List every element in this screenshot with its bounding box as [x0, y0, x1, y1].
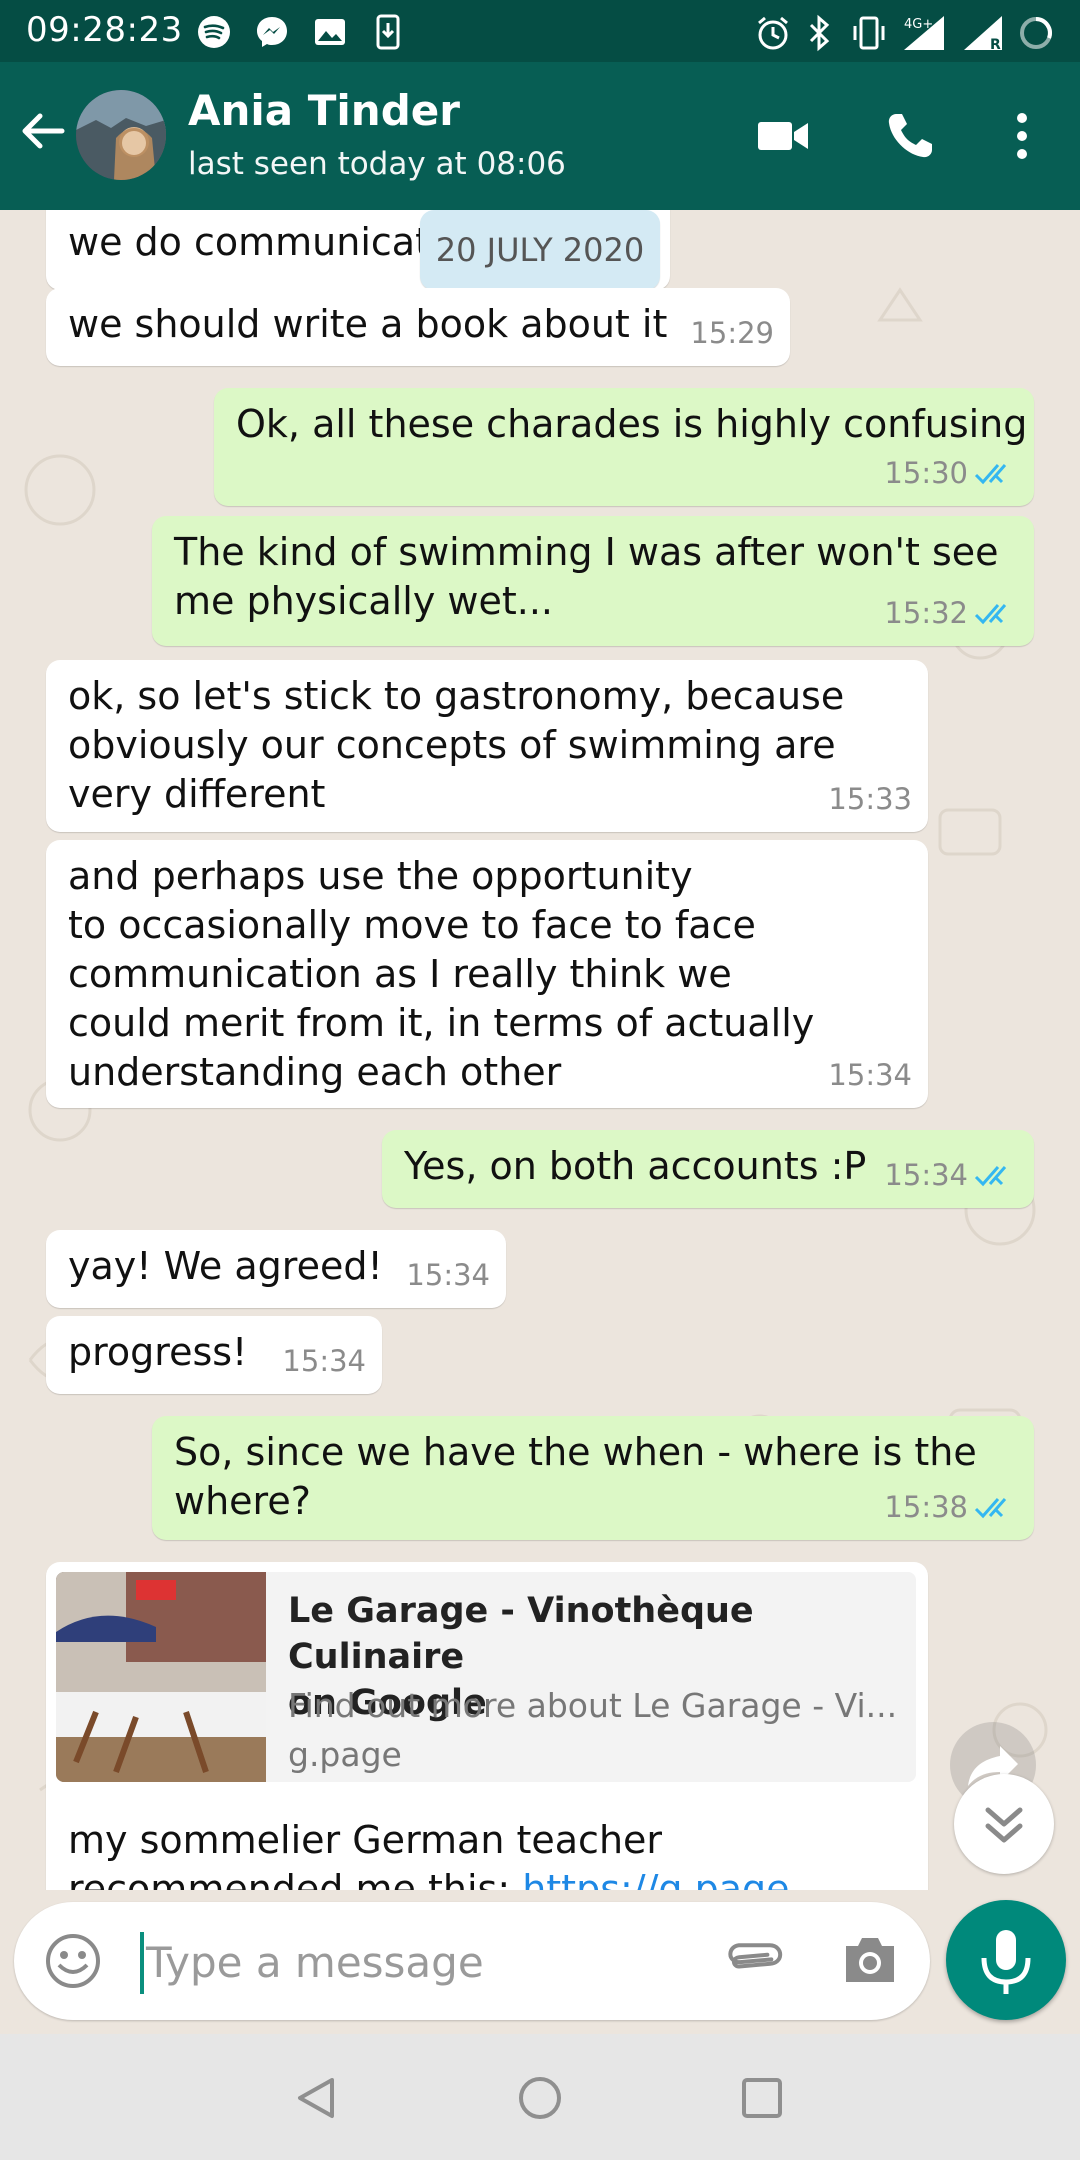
- chat-header: Ania Tinder last seen today at 08:06: [0, 62, 1080, 210]
- message-incoming[interactable]: progress! 15:34: [46, 1316, 382, 1394]
- link-preview-description: Find out more about Le Garage - Vi...: [288, 1686, 898, 1725]
- alarm-icon: [758, 16, 788, 50]
- attachment-icon[interactable]: [722, 1930, 784, 1992]
- message-meta: 15:32: [884, 589, 1018, 638]
- read-receipt-icon: [974, 1165, 1007, 1186]
- message-text: my sommelier German teacher recommended …: [68, 1816, 790, 1890]
- contact-name[interactable]: Ania Tinder: [188, 86, 460, 135]
- message-incoming[interactable]: yay! We agreed! 15:34: [46, 1230, 506, 1308]
- vibrate-icon: [853, 16, 885, 50]
- message-time: 15:34: [828, 1058, 912, 1092]
- message-text: So, since we have the when - where is th…: [174, 1430, 977, 1523]
- last-seen-status: last seen today at 08:06: [188, 146, 566, 182]
- status-bar: 09:28:23 4G+ R: [0, 0, 1080, 62]
- nav-home-icon[interactable]: [516, 2074, 564, 2122]
- read-receipt-icon: [974, 463, 1007, 484]
- message-text: we do communicat: [68, 220, 430, 264]
- bluetooth-icon: [809, 14, 830, 52]
- battery-circle-icon: [1020, 17, 1052, 49]
- message-incoming[interactable]: ok, so let's stick to gastronomy, becaus…: [46, 660, 928, 832]
- svg-text:R: R: [990, 37, 1001, 52]
- message-text: and perhaps use the opportunity to occas…: [68, 854, 815, 1094]
- message-link[interactable]: https://g.page: [522, 1867, 789, 1890]
- camera-icon[interactable]: [840, 1932, 900, 1988]
- link-preview-domain: g.page: [288, 1735, 402, 1774]
- system-navigation-bar: [0, 2034, 1080, 2160]
- gallery-icon: [315, 19, 345, 45]
- scroll-to-bottom-button[interactable]: [954, 1774, 1054, 1874]
- message-text: we should write a book about it: [68, 302, 668, 346]
- message-text: yay! We agreed!: [68, 1244, 383, 1288]
- link-preview-card[interactable]: Le Garage - Vinothèque Culinaire on Goog…: [56, 1572, 916, 1782]
- message-incoming[interactable]: and perhaps use the opportunity to occas…: [46, 840, 928, 1108]
- phone-download-icon: [376, 14, 400, 50]
- message-meta: 15:30: [884, 449, 1018, 498]
- message-time: 15:33: [828, 782, 912, 816]
- link-preview-thumbnail: [56, 1572, 266, 1782]
- avatar-image: [76, 90, 166, 180]
- message-incoming[interactable]: we should write a book about it 15:29: [46, 288, 790, 366]
- messenger-icon: [257, 17, 287, 47]
- read-receipt-icon: [974, 603, 1007, 624]
- message-time: 15:29: [690, 316, 774, 350]
- double-chevron-down-icon: [985, 1807, 1023, 1843]
- message-outgoing[interactable]: The kind of swimming I was after won't s…: [152, 516, 1034, 646]
- restaurant-photo: [56, 1572, 266, 1782]
- message-text: progress!: [68, 1330, 248, 1374]
- message-incoming-link[interactable]: Le Garage - Vinothèque Culinaire on Goog…: [46, 1562, 928, 1890]
- read-receipt-icon: [974, 1497, 1007, 1518]
- text-cursor: [140, 1932, 144, 1994]
- message-text: Yes, on both accounts :P: [404, 1144, 867, 1188]
- back-arrow-icon[interactable]: [18, 106, 68, 156]
- message-composer: Type a message: [14, 1902, 930, 2020]
- status-time: 09:28:23: [26, 10, 183, 50]
- message-text: Ok, all these charades is highly confusi…: [236, 402, 1028, 446]
- overflow-menu-icon[interactable]: [1004, 108, 1040, 164]
- voice-call-icon[interactable]: [882, 108, 938, 164]
- emoji-icon[interactable]: [44, 1932, 102, 1990]
- message-time: 15:34: [282, 1344, 366, 1378]
- message-time: 15:34: [406, 1258, 490, 1292]
- message-outgoing[interactable]: So, since we have the when - where is th…: [152, 1416, 1034, 1540]
- message-text: ok, so let's stick to gastronomy, becaus…: [68, 674, 845, 816]
- nav-recents-icon[interactable]: [738, 2074, 786, 2122]
- signal-roaming-icon: R: [964, 16, 1002, 52]
- date-divider: 20 JULY 2020: [420, 210, 660, 290]
- message-meta: 15:34: [884, 1151, 1018, 1200]
- message-time: 15:32: [884, 596, 968, 630]
- message-meta: 15:38: [884, 1483, 1018, 1532]
- message-time: 15:34: [884, 1158, 968, 1192]
- nav-back-icon[interactable]: [292, 2074, 340, 2122]
- microphone-icon: [981, 1930, 1031, 1994]
- video-call-icon[interactable]: [754, 108, 814, 164]
- message-text: The kind of swimming I was after won't s…: [174, 530, 999, 623]
- message-list[interactable]: we do communicat 20 JULY 2020 we should …: [0, 210, 1080, 1890]
- signal-4g-icon: 4G+: [904, 16, 944, 50]
- voice-message-button[interactable]: [946, 1900, 1066, 2020]
- message-input[interactable]: Type a message: [146, 1938, 484, 1987]
- message-outgoing[interactable]: Ok, all these charades is highly confusi…: [214, 388, 1034, 506]
- avatar[interactable]: [76, 90, 166, 180]
- message-time: 15:38: [884, 1490, 968, 1524]
- message-outgoing[interactable]: Yes, on both accounts :P 15:34: [382, 1130, 1034, 1208]
- message-time: 15:30: [884, 456, 968, 490]
- spotify-icon: [198, 16, 230, 48]
